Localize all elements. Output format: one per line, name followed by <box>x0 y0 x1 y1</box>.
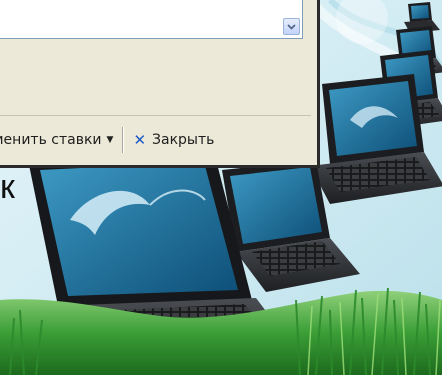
dialog-window: менить ставки ▼ ✕ Закрыть <box>0 0 320 168</box>
dialog-toolbar: менить ставки ▼ ✕ Закрыть <box>0 119 311 161</box>
close-icon: ✕ <box>133 131 147 149</box>
change-rates-label: менить ставки <box>0 132 102 148</box>
chevron-down-icon <box>287 23 296 30</box>
toolbar-separator-line <box>0 115 311 116</box>
toolbar-divider <box>122 127 124 153</box>
close-button[interactable]: ✕ Закрыть <box>133 127 214 153</box>
slide-partial-text: к <box>0 168 15 206</box>
listbox-scroll-down-button[interactable] <box>283 18 300 35</box>
change-rates-button[interactable]: менить ставки ▼ <box>0 127 113 153</box>
close-label: Закрыть <box>152 132 215 148</box>
dropdown-arrow-icon: ▼ <box>106 135 114 145</box>
dialog-listbox[interactable] <box>0 0 303 39</box>
